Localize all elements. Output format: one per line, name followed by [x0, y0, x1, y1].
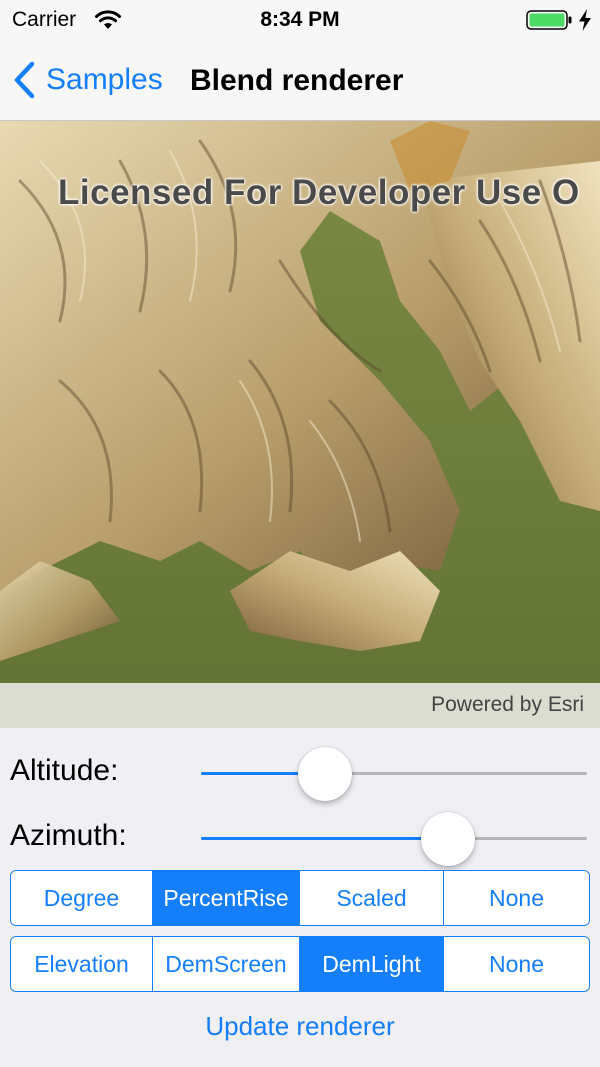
segment-degree[interactable]: Degree [11, 871, 153, 925]
altitude-slider[interactable] [201, 747, 587, 801]
azimuth-slider-thumb[interactable] [421, 812, 476, 866]
charging-bolt-icon [579, 9, 591, 31]
attribution-text[interactable]: Powered by Esri [431, 693, 584, 717]
color-ramp-segmented-control: Elevation DemScreen DemLight None [10, 936, 590, 992]
status-bar: Carrier 8:34 PM [0, 0, 600, 40]
segment-scaled[interactable]: Scaled [300, 871, 444, 925]
map-view[interactable]: Licensed For Developer Use O Powered by … [0, 121, 600, 728]
azimuth-row: Azimuth: [0, 801, 600, 866]
status-time: 8:34 PM [260, 8, 340, 31]
altitude-slider-thumb[interactable] [297, 747, 352, 801]
altitude-row: Altitude: [0, 736, 600, 801]
navigation-bar: Samples Blend renderer [0, 40, 600, 121]
controls-panel: Altitude: Azimuth: Degree PercentRise Sc… [0, 728, 600, 1067]
azimuth-slider-fill [201, 837, 449, 840]
segment-dem-screen[interactable]: DemScreen [153, 937, 300, 991]
update-renderer-button[interactable]: Update renderer [0, 1011, 600, 1042]
segment-none-ramp[interactable]: None [444, 937, 589, 991]
back-button[interactable]: Samples [12, 58, 163, 102]
altitude-label: Altitude: [10, 754, 119, 787]
back-button-label: Samples [46, 63, 163, 96]
battery-icon [526, 10, 572, 30]
page-title: Blend renderer [190, 64, 404, 97]
segment-elevation[interactable]: Elevation [11, 937, 153, 991]
chevron-left-icon [14, 61, 35, 99]
license-watermark: Licensed For Developer Use O [58, 173, 580, 212]
segment-dem-light[interactable]: DemLight [300, 937, 444, 991]
slope-type-segmented-control: Degree PercentRise Scaled None [10, 870, 590, 926]
azimuth-slider[interactable] [201, 812, 587, 866]
attribution-bar: Powered by Esri [0, 683, 600, 728]
segment-none-slope[interactable]: None [444, 871, 589, 925]
azimuth-label: Azimuth: [10, 819, 127, 852]
segment-percent-rise[interactable]: PercentRise [153, 871, 300, 925]
